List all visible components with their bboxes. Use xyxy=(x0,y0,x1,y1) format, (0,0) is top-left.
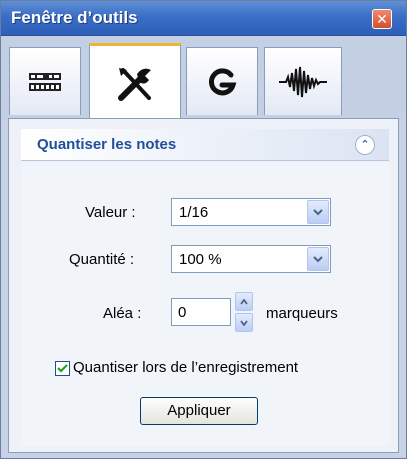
chevron-up-icon: ⌃ xyxy=(360,139,370,151)
quantity-label: Quantité : xyxy=(69,251,135,268)
quantize-on-record-checkbox[interactable] xyxy=(55,361,70,376)
random-unit-label: marqueurs xyxy=(266,305,338,322)
panel-header[interactable]: Quantiser les notes ⌃ xyxy=(21,129,389,161)
g-icon xyxy=(208,67,237,95)
chevron-down-icon xyxy=(313,255,323,262)
tool-window: Fenêtre d’outils ✕ Quantiser les notes ⌃… xyxy=(0,0,407,459)
random-value: 0 xyxy=(178,304,187,321)
collapse-button[interactable]: ⌃ xyxy=(355,135,375,155)
value-dropdown-button[interactable] xyxy=(307,200,329,224)
quantity-select[interactable]: 100 % xyxy=(171,245,331,273)
value-label: Valeur : xyxy=(85,204,136,221)
stepper-down-button[interactable] xyxy=(235,313,253,332)
tools-icon xyxy=(118,67,151,101)
random-input[interactable]: 0 xyxy=(171,298,231,326)
chevron-down-icon xyxy=(240,319,248,326)
tab-mixer[interactable] xyxy=(9,47,81,115)
chevron-up-icon xyxy=(240,298,248,305)
quantity-selected: 100 % xyxy=(179,251,222,268)
apply-button[interactable]: Appliquer xyxy=(140,397,258,425)
tab-tools[interactable] xyxy=(89,43,181,121)
quantize-on-record-label[interactable]: Quantiser lors de l’enregistrement xyxy=(73,359,298,376)
quantity-dropdown-button[interactable] xyxy=(307,247,329,271)
value-select[interactable]: 1/16 xyxy=(171,198,331,226)
title-bar[interactable]: Fenêtre d’outils ✕ xyxy=(1,1,406,36)
random-label: Aléa : xyxy=(103,305,142,322)
checkmark-icon xyxy=(57,364,68,373)
mixer-icon xyxy=(29,72,61,91)
random-stepper[interactable] xyxy=(235,292,255,332)
tab-strip xyxy=(2,37,405,121)
tab-groove[interactable] xyxy=(186,47,258,115)
value-selected: 1/16 xyxy=(179,204,209,221)
panel-title: Quantiser les notes xyxy=(37,136,177,153)
quantize-panel-body: Valeur : 1/16 Quantité : 100 % Aléa : 0 xyxy=(21,162,389,446)
chevron-down-icon xyxy=(313,208,323,215)
tab-audio[interactable] xyxy=(264,47,342,115)
window-title: Fenêtre d’outils xyxy=(11,8,138,27)
waveform-icon xyxy=(279,66,327,97)
stepper-up-button[interactable] xyxy=(235,292,253,311)
close-button[interactable]: ✕ xyxy=(372,9,392,29)
close-icon: ✕ xyxy=(376,11,388,27)
